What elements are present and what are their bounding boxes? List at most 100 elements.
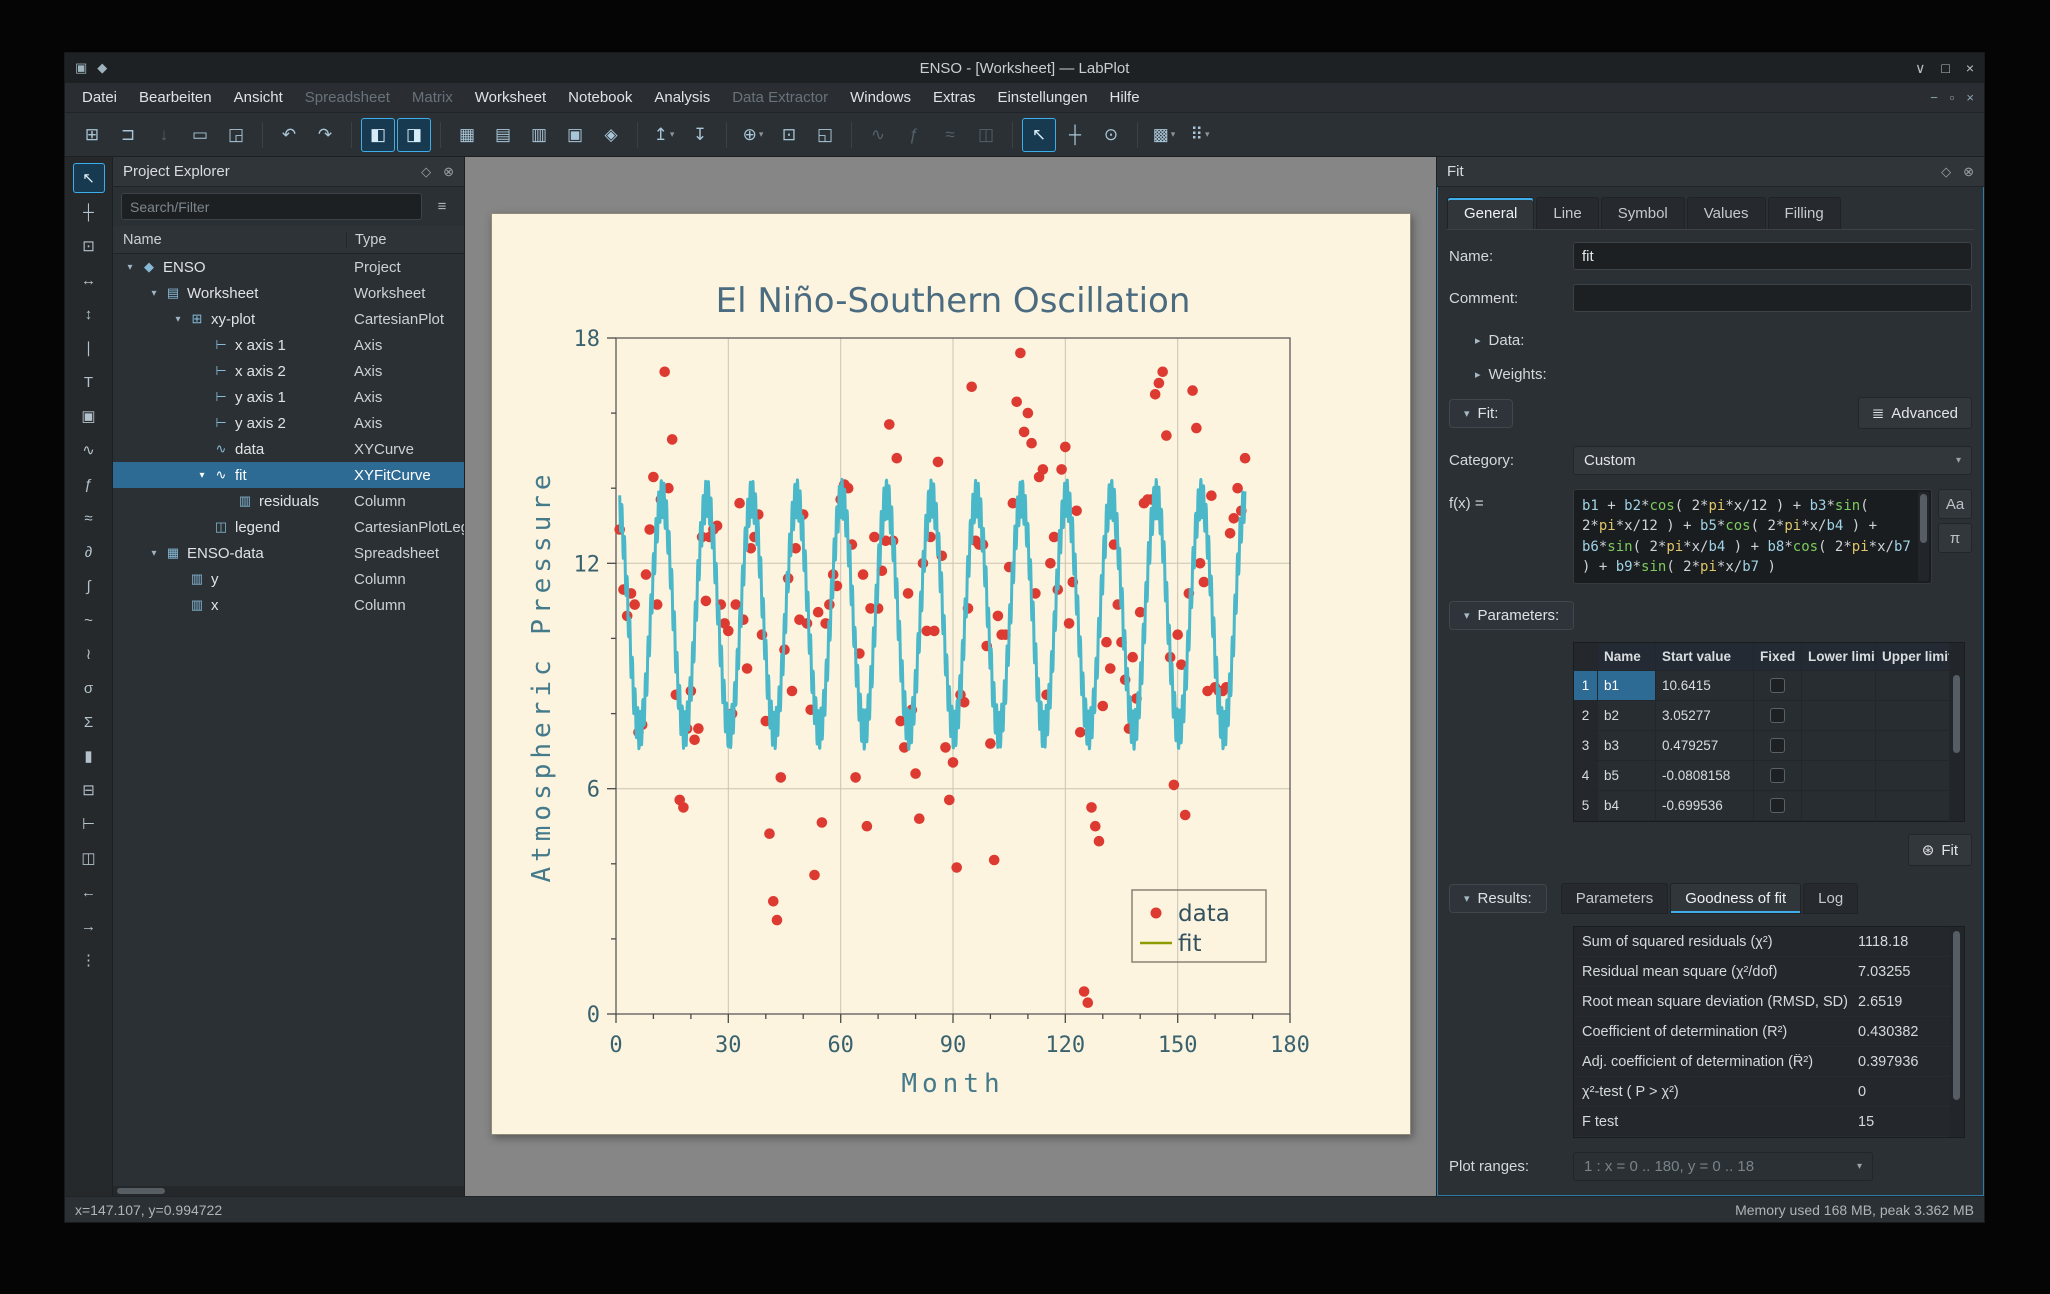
- row-number[interactable]: 2: [1574, 701, 1598, 731]
- add-text-tool-button[interactable]: T: [73, 367, 105, 397]
- explorer-hscrollbar[interactable]: [113, 1186, 464, 1196]
- fixed-checkbox[interactable]: [1770, 768, 1785, 783]
- param-name-cell[interactable]: b1: [1598, 671, 1656, 701]
- results-tab-goodness-of-fit[interactable]: Goodness of fit: [1670, 883, 1801, 914]
- print-preview-button[interactable]: ◲: [219, 118, 253, 152]
- tree-row-y[interactable]: ▥yColumn: [113, 566, 464, 592]
- child-close-button[interactable]: ×: [1966, 90, 1974, 105]
- tree-row-worksheet[interactable]: ▾▤WorksheetWorksheet: [113, 280, 464, 306]
- expander-icon[interactable]: ▾: [193, 470, 211, 481]
- goodness-row[interactable]: F test15: [1574, 1107, 1950, 1137]
- parameter-row-b2[interactable]: 2b23.05277: [1574, 701, 1950, 731]
- navigate-tool-button[interactable]: ┼: [73, 197, 105, 227]
- parameter-row-b1[interactable]: 1b110.6415: [1574, 671, 1950, 701]
- parameters-scrollbar[interactable]: [1951, 645, 1962, 819]
- shift-right-x-tool-button[interactable]: →: [73, 911, 105, 941]
- new-workbook-button[interactable]: ▦: [450, 118, 484, 152]
- param-upper-limit-cell[interactable]: [1876, 731, 1950, 761]
- maximize-button[interactable]: □: [1941, 60, 1949, 77]
- param-upper-limit-cell[interactable]: [1876, 701, 1950, 731]
- minimize-button[interactable]: ∨: [1915, 60, 1925, 77]
- tab-line[interactable]: Line: [1536, 197, 1598, 229]
- tree-row-enso[interactable]: ▾◆ENSOProject: [113, 254, 464, 280]
- expander-icon[interactable]: ▾: [121, 262, 139, 273]
- title-bar[interactable]: ▣◆ ENSO - [Worksheet] — LabPlot ∨□×: [65, 53, 1984, 83]
- zoom-mode-button[interactable]: ⊕▾: [736, 118, 770, 152]
- parameter-row-b3[interactable]: 3b30.479257: [1574, 731, 1950, 761]
- advanced-button[interactable]: ≣ Advanced: [1858, 397, 1972, 429]
- tree-row-enso-data[interactable]: ▾▦ENSO-dataSpreadsheet: [113, 540, 464, 566]
- add-fit-tool-button[interactable]: σ: [73, 673, 105, 703]
- results-section-toggle[interactable]: ▾ Results:: [1449, 884, 1547, 913]
- goodness-row[interactable]: Residual mean square (χ²/dof)7.03255: [1574, 957, 1950, 987]
- new-project-button[interactable]: ⊞: [75, 118, 109, 152]
- name-input[interactable]: [1573, 242, 1972, 270]
- param-fixed-cell[interactable]: [1754, 671, 1802, 701]
- tab-filling[interactable]: Filling: [1768, 197, 1841, 229]
- goodness-row[interactable]: Coefficient of determination (R²)0.43038…: [1574, 1017, 1950, 1047]
- hscrollbar-thumb[interactable]: [117, 1188, 165, 1194]
- tree-row-x-axis-1[interactable]: ⊢x axis 1Axis: [113, 332, 464, 358]
- data-section-toggle[interactable]: ▸ Data:: [1475, 332, 1972, 349]
- fixed-checkbox[interactable]: [1770, 708, 1785, 723]
- add-histogram-tool-button[interactable]: ▮: [73, 741, 105, 771]
- param-upper-limit-cell[interactable]: [1876, 761, 1950, 791]
- expander-icon[interactable]: ▾: [169, 314, 187, 325]
- parameter-row-b5[interactable]: 4b5-0.0808158: [1574, 761, 1950, 791]
- select-edit-mode-button[interactable]: ↖: [1022, 118, 1056, 152]
- scrollbar-thumb[interactable]: [1953, 675, 1960, 753]
- weights-section-toggle[interactable]: ▸ Weights:: [1475, 366, 1972, 383]
- param-name-cell[interactable]: b2: [1598, 701, 1656, 731]
- redo-button[interactable]: ↷: [308, 118, 342, 152]
- param-start-value-cell[interactable]: 0.479257: [1656, 731, 1754, 761]
- undo-button[interactable]: ↶: [272, 118, 306, 152]
- tree-row-residuals[interactable]: ▥residualsColumn: [113, 488, 464, 514]
- menu-ansicht[interactable]: Ansicht: [223, 85, 294, 110]
- param-upper-limit-cell[interactable]: [1876, 671, 1950, 701]
- add-smooth-tool-button[interactable]: ≀: [73, 639, 105, 669]
- param-lower-limit-cell[interactable]: [1802, 791, 1876, 821]
- comment-input[interactable]: [1573, 284, 1972, 312]
- add-fourier-tool-button[interactable]: Σ: [73, 707, 105, 737]
- fit-section-toggle[interactable]: ▾ Fit:: [1449, 399, 1513, 428]
- results-tab-parameters[interactable]: Parameters: [1561, 883, 1669, 914]
- param-start-value-cell[interactable]: -0.0808158: [1656, 761, 1754, 791]
- param-start-value-cell[interactable]: 10.6415: [1656, 671, 1754, 701]
- plot-canvas[interactable]: 0306090120150180061218El Niño-Southern O…: [492, 214, 1412, 1136]
- results-tab-log[interactable]: Log: [1803, 883, 1858, 914]
- add-interpolation-tool-button[interactable]: ~: [73, 605, 105, 635]
- param-fixed-cell[interactable]: [1754, 701, 1802, 731]
- goodness-scrollbar[interactable]: [1951, 929, 1962, 1135]
- menu-hilfe[interactable]: Hilfe: [1099, 85, 1151, 110]
- row-number-header[interactable]: [1574, 643, 1598, 671]
- new-matrix-button[interactable]: ▥: [522, 118, 556, 152]
- child-minimize-button[interactable]: −: [1930, 90, 1938, 105]
- row-number[interactable]: 5: [1574, 791, 1598, 821]
- zoom-y-select-tool-button[interactable]: ↕: [73, 299, 105, 329]
- param-col-start-value[interactable]: Start value: [1656, 643, 1754, 671]
- menu-notebook[interactable]: Notebook: [557, 85, 643, 110]
- goodness-row[interactable]: Root mean square deviation (RMSD, SD)2.6…: [1574, 987, 1950, 1017]
- fit-curve[interactable]: [619, 479, 1244, 749]
- tree-row-xy-plot[interactable]: ▾⊞xy-plotCartesianPlot: [113, 306, 464, 332]
- param-name-cell[interactable]: b5: [1598, 761, 1656, 791]
- layout-menu-button[interactable]: ⠿▾: [1183, 118, 1217, 152]
- param-upper-limit-cell[interactable]: [1876, 791, 1950, 821]
- tree-row-x[interactable]: ▥xColumn: [113, 592, 464, 618]
- add-legend-tool-button[interactable]: ◫: [73, 843, 105, 873]
- zoom-select-mode-button[interactable]: ⊙: [1094, 118, 1128, 152]
- row-number[interactable]: 4: [1574, 761, 1598, 791]
- menu-worksheet[interactable]: Worksheet: [464, 85, 557, 110]
- search-input[interactable]: [121, 193, 422, 220]
- row-number[interactable]: 3: [1574, 731, 1598, 761]
- scrollbar-thumb[interactable]: [1920, 494, 1927, 543]
- row-number[interactable]: 1: [1574, 671, 1598, 701]
- apply-theme-button[interactable]: ◈: [594, 118, 628, 152]
- scrollbar-thumb[interactable]: [1953, 931, 1960, 1100]
- fit-to-width-button[interactable]: ◱: [808, 118, 842, 152]
- add-equation-curve-tool-button[interactable]: ƒ: [73, 469, 105, 499]
- run-fit-button[interactable]: ⊛ Fit: [1908, 834, 1972, 866]
- float-panel-icon[interactable]: ◇: [421, 164, 431, 180]
- menu-analysis[interactable]: Analysis: [643, 85, 721, 110]
- fixed-checkbox[interactable]: [1770, 738, 1785, 753]
